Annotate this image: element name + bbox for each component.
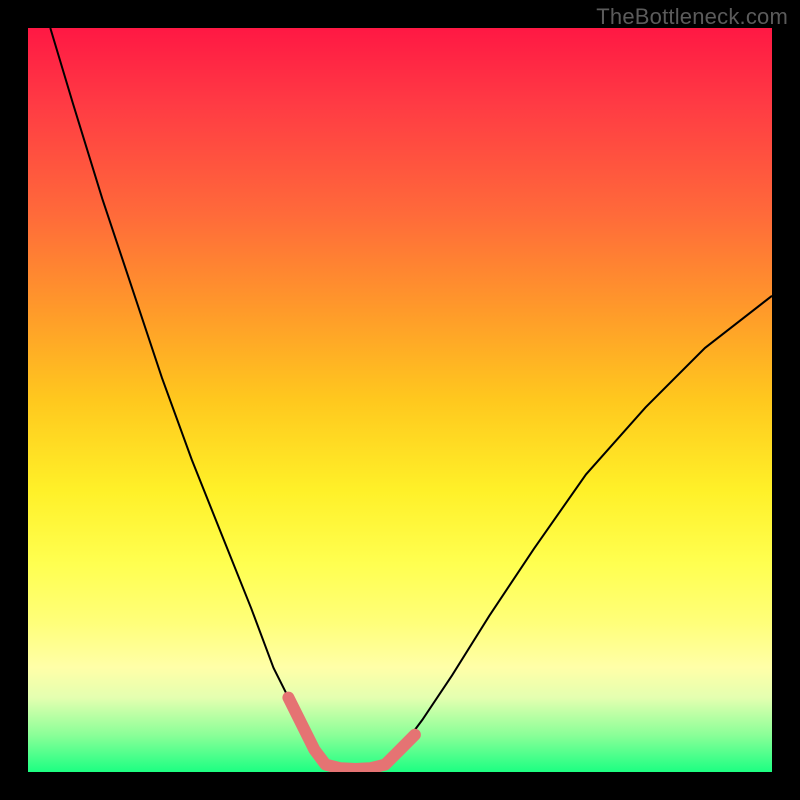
optimal-zone-highlight bbox=[288, 698, 415, 769]
chart-svg bbox=[28, 28, 772, 772]
plot-area bbox=[28, 28, 772, 772]
watermark-text: TheBottleneck.com bbox=[596, 4, 788, 30]
bottleneck-curve bbox=[50, 28, 772, 769]
